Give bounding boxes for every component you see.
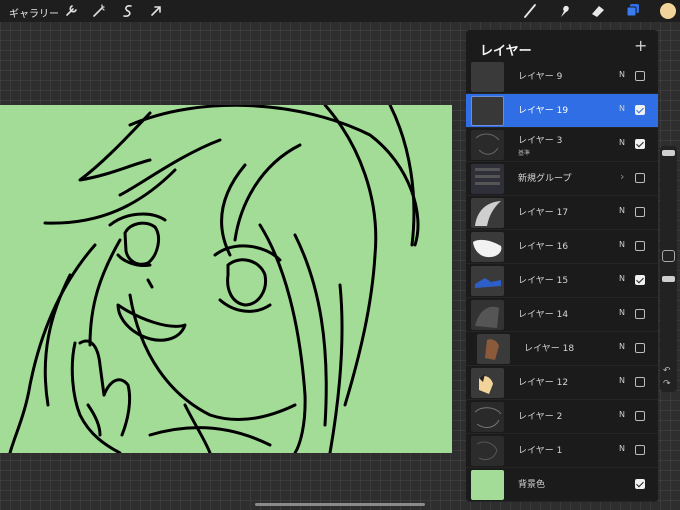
magic-wand-icon[interactable]	[91, 3, 107, 19]
drawing-canvas[interactable]	[0, 105, 452, 453]
selection-icon[interactable]	[120, 3, 136, 19]
layer-name: レイヤー 14	[518, 310, 569, 320]
layer-thumbnail	[471, 436, 504, 466]
layer-name: レイヤー 15	[518, 276, 569, 286]
layer-thumbnail	[471, 402, 504, 432]
visibility-checkbox[interactable]	[635, 377, 645, 387]
brush-size-slider-thumb[interactable]	[662, 150, 675, 156]
blend-mode-button[interactable]: N	[619, 444, 625, 453]
background-color-row[interactable]: 背景色	[466, 468, 658, 502]
layer-thumbnail	[471, 300, 504, 330]
visibility-checkbox[interactable]	[635, 309, 645, 319]
blend-mode-button[interactable]: N	[619, 308, 625, 317]
visibility-checkbox[interactable]	[635, 207, 645, 217]
layer-name: レイヤー 18	[524, 344, 575, 354]
transform-arrow-icon[interactable]	[148, 3, 164, 19]
layer-row[interactable]: レイヤー 15 N	[466, 264, 658, 298]
visibility-checkbox[interactable]	[635, 343, 645, 353]
layers-panel: レイヤー + レイヤー 9 N レイヤー 19 N レイヤー 3 基準 N 新規…	[466, 30, 658, 502]
visibility-checkbox[interactable]	[635, 275, 645, 285]
line-art	[8, 105, 420, 453]
layer-name: レイヤー 19	[518, 106, 569, 116]
blend-mode-button[interactable]: N	[619, 240, 625, 249]
visibility-checkbox[interactable]	[635, 139, 645, 149]
visibility-checkbox[interactable]	[635, 71, 645, 81]
opacity-slider-thumb[interactable]	[662, 276, 675, 282]
chevron-right-icon[interactable]: ›	[620, 170, 624, 183]
layer-name: レイヤー 9	[518, 72, 563, 82]
layer-name: レイヤー 2	[518, 412, 563, 422]
visibility-checkbox[interactable]	[635, 445, 645, 455]
layer-row[interactable]: レイヤー 1 N	[466, 434, 658, 468]
panel-title: レイヤー	[480, 44, 532, 59]
layer-name: レイヤー 17	[518, 208, 569, 218]
layers-icon[interactable]	[625, 3, 641, 19]
undo-icon[interactable]: ↶	[663, 366, 671, 376]
layer-row[interactable]: レイヤー 2 N	[466, 400, 658, 434]
layer-list: レイヤー 9 N レイヤー 19 N レイヤー 3 基準 N 新規グループ › …	[466, 60, 658, 502]
layer-row[interactable]: レイヤー 19 N	[466, 94, 658, 128]
visibility-checkbox[interactable]	[635, 105, 645, 115]
layer-name: レイヤー 16	[518, 242, 569, 252]
smudge-icon[interactable]	[556, 3, 572, 19]
layer-thumbnail	[471, 232, 504, 262]
visibility-checkbox[interactable]	[635, 173, 645, 183]
layer-thumbnail	[471, 130, 504, 160]
visibility-checkbox[interactable]	[635, 479, 645, 489]
layer-row[interactable]: レイヤー 18 N	[466, 332, 658, 366]
blend-mode-button[interactable]: N	[619, 410, 625, 419]
layer-name: 新規グループ	[518, 174, 572, 184]
redo-icon[interactable]: ↷	[663, 379, 671, 389]
eraser-icon[interactable]	[590, 3, 606, 19]
home-indicator	[255, 503, 425, 506]
layer-reference-label: 基準	[518, 150, 531, 157]
blend-mode-button[interactable]: N	[619, 274, 625, 283]
layer-group-row[interactable]: 新規グループ ›	[466, 162, 658, 196]
layer-name: レイヤー 3	[518, 136, 563, 146]
layer-row[interactable]: レイヤー 17 N	[466, 196, 658, 230]
color-swatch-icon[interactable]	[660, 3, 676, 19]
blend-mode-button[interactable]: N	[619, 70, 625, 79]
layer-thumbnail	[471, 198, 504, 228]
visibility-checkbox[interactable]	[635, 411, 645, 421]
layer-row[interactable]: レイヤー 12 N	[466, 366, 658, 400]
blend-mode-button[interactable]: N	[619, 376, 625, 385]
background-color-swatch[interactable]	[471, 470, 504, 500]
layer-thumbnail	[471, 266, 504, 296]
top-toolbar: ギャラリー	[0, 0, 680, 22]
layer-name: 背景色	[518, 480, 546, 490]
layer-thumbnail	[471, 368, 504, 398]
wrench-icon[interactable]	[63, 3, 79, 19]
layer-row[interactable]: レイヤー 16 N	[466, 230, 658, 264]
layer-row[interactable]: レイヤー 3 基準 N	[466, 128, 658, 162]
layer-row[interactable]: レイヤー 9 N	[466, 60, 658, 94]
blend-mode-button[interactable]: N	[619, 104, 625, 113]
group-thumbnail	[471, 164, 504, 194]
blend-mode-button[interactable]: N	[619, 138, 625, 147]
visibility-checkbox[interactable]	[635, 241, 645, 251]
layer-row[interactable]: レイヤー 14 N	[466, 298, 658, 332]
add-layer-button[interactable]: +	[634, 36, 647, 55]
layer-name: レイヤー 1	[518, 446, 563, 456]
layer-thumbnail	[477, 334, 510, 364]
layer-name: レイヤー 12	[518, 378, 569, 388]
brush-size-slider-strip[interactable]: ↶ ↷	[660, 146, 677, 392]
gallery-button[interactable]: ギャラリー	[9, 5, 59, 20]
blend-mode-button[interactable]: N	[619, 206, 625, 215]
brush-icon[interactable]	[522, 3, 538, 19]
blend-mode-button[interactable]: N	[619, 342, 625, 351]
modify-button[interactable]	[662, 250, 675, 262]
layer-thumbnail	[471, 96, 504, 126]
layer-thumbnail	[471, 62, 504, 92]
